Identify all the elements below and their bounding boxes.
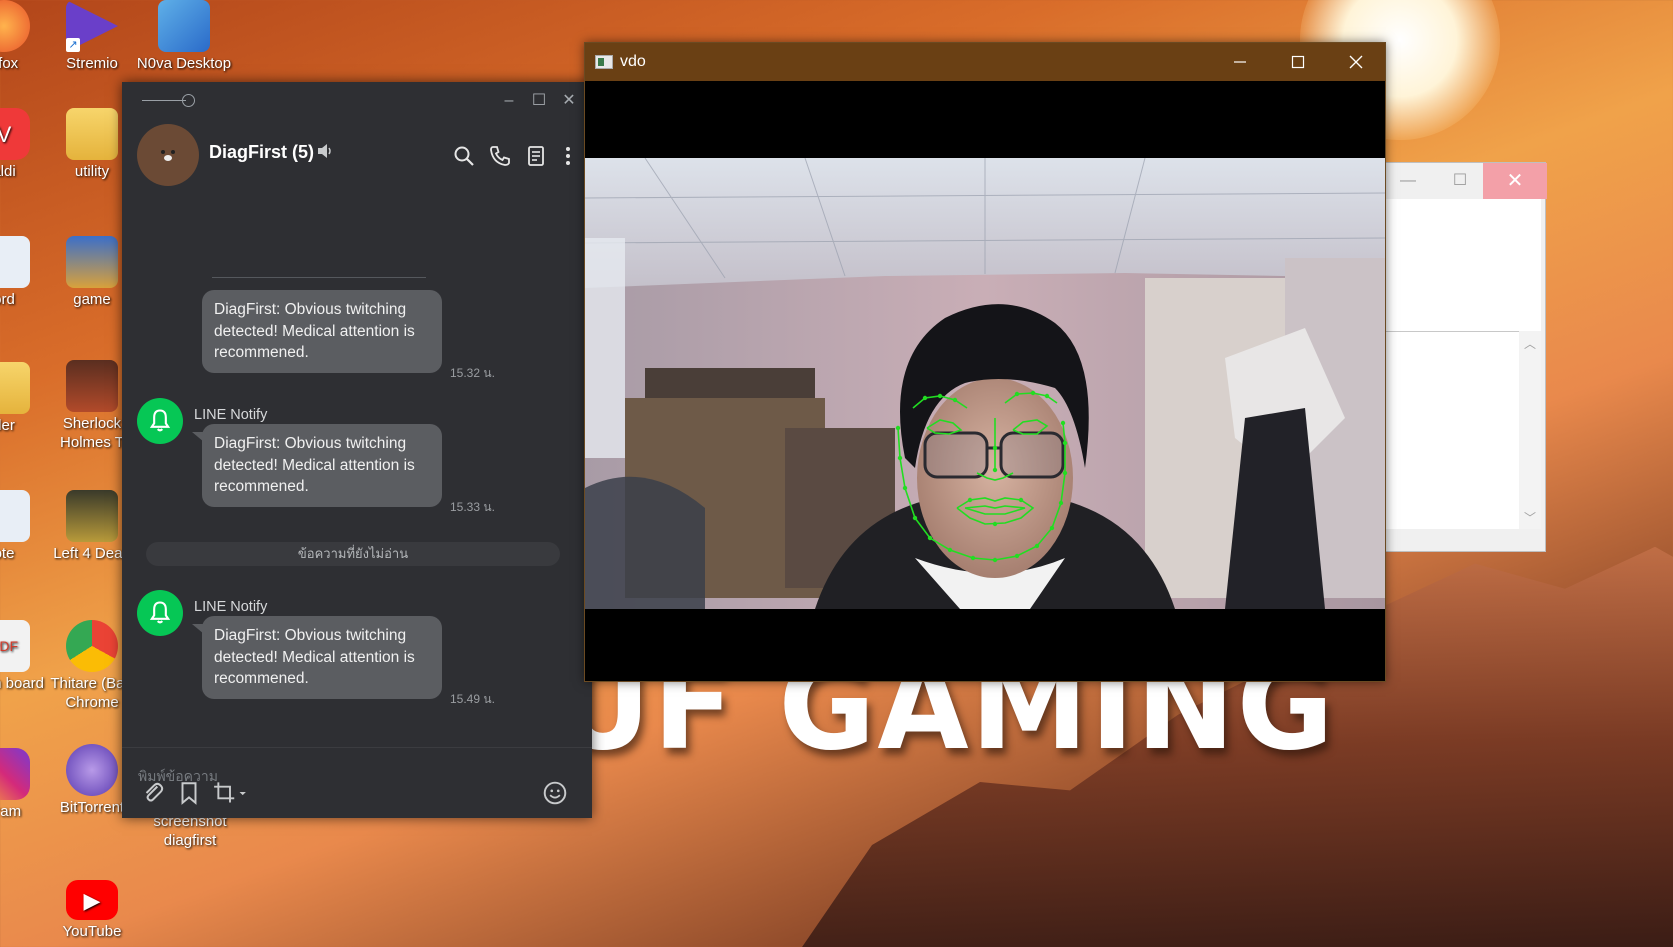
left4dead-game-icon <box>66 490 118 542</box>
window-content: ︿ ﹀ <box>1381 199 1541 529</box>
vdo-window[interactable]: vdo <box>584 42 1386 682</box>
desktop-icon-label: ote <box>0 545 15 562</box>
more-options-icon[interactable] <box>556 144 580 168</box>
maximize-button[interactable] <box>1269 43 1327 81</box>
sherlock-game-icon <box>66 360 118 412</box>
maximize-button[interactable]: ☐ <box>1433 163 1487 199</box>
close-button[interactable]: ✕ <box>558 90 580 112</box>
bell-icon <box>149 601 171 624</box>
maximize-button[interactable]: ☐ <box>528 90 550 112</box>
youtube-icon: ▶ <box>66 880 118 920</box>
scrollbar[interactable]: ︿ ﹀ <box>1519 331 1541 529</box>
pdf-icon: PDF <box>0 620 30 672</box>
desktop-icon-youtube[interactable]: ▶ YouTube <box>44 880 140 941</box>
desktop-icon-label: YouTube <box>62 923 122 940</box>
chevron-down-icon[interactable]: ﹀ <box>1524 509 1536 526</box>
unread-messages-separator: ข้อความที่ยังไม่อ่าน <box>146 542 560 566</box>
firefox-icon <box>0 0 30 52</box>
line-notify-avatar[interactable] <box>137 398 183 444</box>
desktop-icon-label: Left 4 Dead <box>53 545 131 562</box>
document-icon <box>0 490 30 542</box>
bittorrent-icon <box>66 744 118 796</box>
close-button[interactable] <box>1327 43 1385 81</box>
sender-name: LINE Notify <box>194 407 268 423</box>
desktop-icon-label: game <box>73 291 111 308</box>
chat-titlebar[interactable]: – ☐ ✕ <box>122 82 592 120</box>
bell-icon <box>149 409 171 432</box>
list-box[interactable] <box>1381 331 1519 529</box>
game-folder-icon <box>66 236 118 288</box>
close-icon <box>1349 55 1363 69</box>
line-notify-avatar[interactable] <box>137 590 183 636</box>
chat-header: DiagFirst (5) <box>122 120 592 192</box>
folder-icon <box>0 362 30 414</box>
desktop-icon-label: BitTorrent <box>59 799 125 816</box>
group-avatar[interactable] <box>137 124 199 186</box>
vdo-titlebar[interactable]: vdo <box>585 43 1385 81</box>
minimize-icon <box>1234 61 1246 63</box>
desktop-icon-label: N0va Desktop <box>136 55 232 72</box>
message-list[interactable]: DiagFirst: Obvious twitching detected! M… <box>122 192 572 747</box>
folder-icon <box>66 108 118 160</box>
emoji-icon[interactable] <box>542 780 568 806</box>
minimize-button[interactable] <box>1211 43 1269 81</box>
sender-name: LINE Notify <box>194 599 268 615</box>
line-chat-window[interactable]: – ☐ ✕ DiagFirst (5) DiagFirst: Obvious t… <box>122 82 592 818</box>
message-bubble[interactable]: DiagFirst: Obvious twitching detected! M… <box>202 290 442 373</box>
chrome-icon <box>66 620 118 672</box>
window-title: vdo <box>620 53 646 70</box>
minimize-button[interactable]: — <box>1381 163 1435 199</box>
message-bubble[interactable]: DiagFirst: Obvious twitching detected! M… <box>202 424 442 507</box>
message-time: 15.49 น. <box>450 692 495 706</box>
message-time: 15.32 น. <box>450 366 495 380</box>
desktop-icon-label: athon board <box>0 675 45 692</box>
attachment-icon[interactable] <box>140 780 166 806</box>
desktop-icon-stremio[interactable]: ↗ Stremio <box>44 0 140 73</box>
phone-icon[interactable] <box>488 144 512 168</box>
app-window-icon <box>595 55 613 69</box>
desktop-icon-label: efox <box>0 55 19 72</box>
shield-icon <box>158 0 210 52</box>
desktop-icon-label: utility <box>74 163 110 180</box>
close-button[interactable]: ✕ <box>1483 163 1547 199</box>
screenshot-crop-icon[interactable] <box>212 780 248 806</box>
search-icon[interactable] <box>452 144 476 168</box>
minimize-button[interactable]: – <box>498 90 520 112</box>
message-bubble[interactable]: DiagFirst: Obvious twitching detected! M… <box>202 616 442 699</box>
desktop-icon-label: Stremio <box>66 55 118 72</box>
maximize-icon <box>1291 55 1305 69</box>
bear-icon <box>155 144 181 166</box>
desktop-icon-label: gram <box>0 803 22 820</box>
shortcut-arrow-icon: ↗ <box>66 38 80 52</box>
speaker-icon[interactable] <box>316 142 332 160</box>
notes-icon[interactable] <box>524 144 548 168</box>
chevron-up-icon[interactable]: ︿ <box>1524 335 1536 352</box>
desktop-icon-label: aldi <box>0 163 16 180</box>
instagram-icon <box>0 748 30 800</box>
group-name[interactable]: DiagFirst (5) <box>209 142 314 163</box>
webcam-frame <box>585 158 1385 609</box>
desktop-icon-n0va[interactable]: N0va Desktop <box>136 0 232 73</box>
desktop-icon-label: ord <box>0 291 15 308</box>
document-icon <box>0 236 30 288</box>
desktop-icon-label: der <box>0 417 15 434</box>
message-time: 15.33 น. <box>450 500 495 514</box>
vivaldi-icon: V <box>0 108 30 160</box>
opacity-slider-knob[interactable] <box>182 94 195 107</box>
opacity-slider-track[interactable] <box>142 100 186 101</box>
bookmark-icon[interactable] <box>176 780 202 806</box>
desktop-icon-label: Sherlock Holmes T <box>60 415 124 451</box>
background-window[interactable]: — ☐ ✕ ︿ ﹀ <box>1380 162 1547 552</box>
message-divider <box>212 277 426 278</box>
